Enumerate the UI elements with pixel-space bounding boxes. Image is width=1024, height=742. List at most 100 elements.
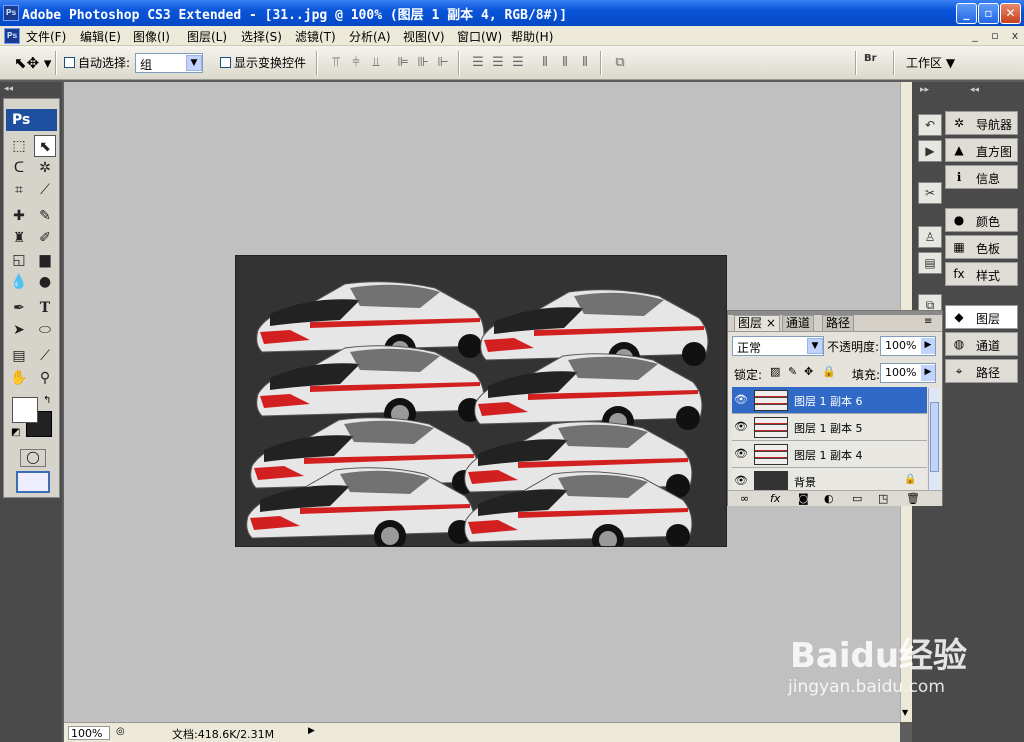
align-bottom-icon[interactable]: ⫫ (368, 55, 384, 71)
auto-select-checkbox[interactable] (64, 57, 75, 68)
trash-icon[interactable]: 🗑 (906, 492, 920, 505)
move-tool-icon[interactable]: ⬉ (34, 135, 56, 157)
mdi-restore-button[interactable]: ▫ (988, 29, 1002, 43)
gradient-tool-icon[interactable]: ▆ (34, 249, 56, 271)
distribute-right-icon[interactable]: ⦀ (577, 55, 593, 71)
menu-filter[interactable]: 滤镜(T) (295, 28, 336, 45)
actions-panel-icon[interactable]: ▶ (918, 140, 942, 162)
menu-select[interactable]: 选择(S) (241, 28, 282, 45)
minimize-button[interactable]: _ (956, 3, 977, 24)
bridge-icon[interactable]: Br (864, 53, 886, 73)
layer-row[interactable]: 👁 图层 1 副本 4 (732, 441, 927, 468)
history-panel-icon[interactable]: ↶ (918, 114, 942, 136)
align-hcenter-icon[interactable]: ⊪ (415, 55, 431, 71)
eye-icon[interactable]: 👁 (734, 420, 748, 434)
collapse-arrows-icon[interactable]: ▸▸ (920, 85, 929, 95)
pen-tool-icon[interactable]: ✒ (8, 297, 30, 319)
mdi-minimize-button[interactable]: _ (968, 29, 982, 43)
dodge-tool-icon[interactable]: ● (34, 271, 56, 293)
eye-icon[interactable]: 👁 (734, 393, 748, 407)
marquee-tool-icon[interactable]: ⬚ (8, 135, 30, 157)
dock-layers[interactable]: ◆ 图层 (945, 305, 1018, 329)
collapse-arrows-icon[interactable]: ◂◂ (4, 84, 13, 94)
lock-all-icon[interactable]: 🔒 (822, 365, 836, 378)
document-canvas[interactable] (235, 255, 727, 547)
slice-tool-icon[interactable]: ⟋ (34, 179, 56, 201)
menu-window[interactable]: 窗口(W) (457, 28, 502, 45)
eye-icon[interactable]: 👁 (734, 447, 748, 461)
dock-color[interactable]: ● 颜色 (945, 208, 1018, 232)
menu-image[interactable]: 图像(I) (133, 28, 170, 45)
default-colors-icon[interactable]: ◩ (11, 427, 20, 438)
tab-layers[interactable]: 图层 × (734, 315, 780, 331)
align-top-icon[interactable]: ⫪ (328, 55, 344, 71)
dock-info[interactable]: ℹ 信息 (945, 165, 1018, 189)
menu-layer[interactable]: 图层(L) (187, 28, 227, 45)
clone-stamp-tool-icon[interactable]: ♜ (8, 227, 30, 249)
close-button[interactable]: ✕ (1000, 3, 1021, 24)
fill-field[interactable]: 100% ▶ (880, 363, 936, 383)
distribute-top-icon[interactable]: ☰ (470, 55, 486, 71)
zoom-tool-icon[interactable]: ⚲ (34, 367, 56, 389)
chevron-down-icon[interactable]: ▼ (807, 338, 823, 354)
brushes-panel-icon[interactable]: ▤ (918, 252, 942, 274)
menu-help[interactable]: 帮助(H) (511, 28, 553, 45)
chevron-down-icon[interactable]: ▼ (186, 55, 202, 71)
auto-align-icon[interactable]: ⧉ (612, 55, 628, 71)
auto-select-dropdown[interactable]: 组 ▼ (135, 53, 203, 73)
lock-move-icon[interactable]: ✥ (804, 365, 813, 378)
new-layer-icon[interactable]: ◳ (878, 492, 888, 505)
menu-view[interactable]: 视图(V) (403, 28, 445, 45)
history-brush-tool-icon[interactable]: ✐ (34, 227, 56, 249)
foreground-color-swatch[interactable] (12, 397, 38, 423)
dock-histogram[interactable]: ▲ 直方图 (945, 138, 1018, 162)
eyedropper-tool-icon[interactable]: ⟋ (34, 345, 56, 367)
menu-edit[interactable]: 编辑(E) (80, 28, 121, 45)
adjustment-icon[interactable]: ◐ (824, 492, 834, 505)
mdi-close-button[interactable]: x (1008, 29, 1022, 43)
lasso-tool-icon[interactable]: ᑕ (8, 157, 30, 179)
link-icon[interactable]: ∞ (740, 492, 749, 505)
group-icon[interactable]: ▭ (852, 492, 862, 505)
screen-mode-icon[interactable] (16, 471, 50, 493)
magic-wand-tool-icon[interactable]: ✲ (34, 157, 56, 179)
layer-row[interactable]: 👁 图层 1 副本 6 (732, 387, 927, 414)
tab-channels[interactable]: 通道 (782, 315, 815, 331)
lock-transparent-icon[interactable]: ▨ (770, 365, 780, 378)
type-tool-icon[interactable]: T (34, 297, 56, 319)
status-arrow-icon[interactable]: ▶ (308, 726, 315, 736)
dock-paths[interactable]: ⌖ 路径 (945, 359, 1018, 383)
scroll-down-icon[interactable]: ▼ (902, 708, 908, 717)
status-menu-icon[interactable]: ◎ (116, 726, 125, 737)
dock-navigator[interactable]: ✲ 导航器 (945, 111, 1018, 135)
menu-file[interactable]: 文件(F) (26, 28, 66, 45)
distribute-vcenter-icon[interactable]: ☰ (490, 55, 506, 71)
fx-icon[interactable]: fx (770, 492, 780, 505)
app-icon[interactable]: Ps (3, 5, 19, 21)
shape-tool-icon[interactable]: ⬭ (34, 319, 56, 341)
menu-analysis[interactable]: 分析(A) (349, 28, 391, 45)
fill-arrow-icon[interactable]: ▶ (921, 365, 935, 381)
eraser-tool-icon[interactable]: ◱ (8, 249, 30, 271)
distribute-bottom-icon[interactable]: ☰ (510, 55, 526, 71)
opacity-field[interactable]: 100% ▶ (880, 336, 936, 356)
hand-tool-icon[interactable]: ✋ (8, 367, 30, 389)
dock-channels[interactable]: ◍ 通道 (945, 332, 1018, 356)
blur-tool-icon[interactable]: 💧 (8, 271, 30, 293)
layer-row[interactable]: 👁 图层 1 副本 5 (732, 414, 927, 441)
healing-brush-tool-icon[interactable]: ✚ (8, 205, 30, 227)
lock-paint-icon[interactable]: ✎ (788, 365, 797, 378)
tab-paths[interactable]: 路径 (822, 315, 855, 331)
restore-button[interactable]: ▫ (978, 3, 999, 24)
brush-tool-icon[interactable]: ✎ (34, 205, 56, 227)
align-vcenter-icon[interactable]: ⫩ (348, 55, 364, 71)
eye-icon[interactable]: 👁 (734, 474, 748, 488)
swap-colors-icon[interactable]: ↰ (43, 395, 51, 406)
quick-mask-icon[interactable]: ◯ (20, 449, 46, 467)
distribute-left-icon[interactable]: ⦀ (537, 55, 553, 71)
document-icon[interactable]: Ps (4, 28, 20, 44)
dock-styles[interactable]: fx 样式 (945, 262, 1018, 286)
blend-mode-dropdown[interactable]: 正常 ▼ (732, 336, 824, 356)
opacity-arrow-icon[interactable]: ▶ (921, 338, 935, 354)
crop-tool-icon[interactable]: ⌗ (8, 179, 30, 201)
